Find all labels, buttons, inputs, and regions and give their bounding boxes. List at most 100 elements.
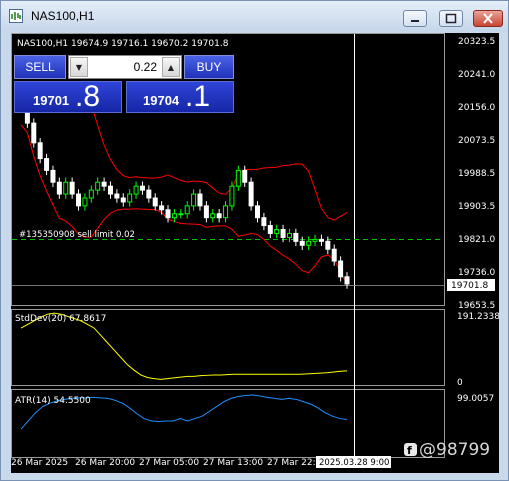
candle xyxy=(133,185,139,195)
sell-quote-button[interactable]: 19701 .8 xyxy=(14,80,122,113)
candle xyxy=(248,181,254,207)
candle xyxy=(235,169,241,187)
current-price-label: 19701.8 xyxy=(451,281,488,291)
candle xyxy=(139,185,145,191)
candle xyxy=(210,213,216,219)
maximize-icon xyxy=(445,13,457,24)
candle xyxy=(101,181,107,187)
candle xyxy=(184,205,190,215)
candle xyxy=(171,213,177,219)
watermark-text: @98799 xyxy=(419,440,490,460)
close-button[interactable] xyxy=(473,10,503,27)
candle xyxy=(261,217,267,227)
candle xyxy=(165,209,171,219)
sell-price-pips: .8 xyxy=(75,80,101,113)
candle xyxy=(242,169,248,183)
candle xyxy=(216,213,222,219)
price-tick: 19988.5 xyxy=(458,169,495,179)
time-tick: 26 Mar 20:00 xyxy=(75,458,135,468)
price-tick: 19653.5 xyxy=(458,301,495,311)
title-bar: NAS100,H1 xyxy=(1,1,508,31)
buy-quote-button[interactable]: 19704 .1 xyxy=(126,80,234,113)
candle xyxy=(114,193,120,199)
price-tick: 20156.0 xyxy=(458,103,495,113)
stddev-scale-min: 0 xyxy=(457,378,463,388)
stddev-label: StdDev(20) 67.8617 xyxy=(15,314,106,324)
candle xyxy=(229,185,235,207)
candle xyxy=(82,197,88,207)
candle xyxy=(31,122,37,144)
price-axis: 20323.5 20241.0 20156.0 20073.5 19988.5 … xyxy=(458,37,495,311)
order-line-label: #135350908 sell limit 0.02 xyxy=(19,230,135,240)
candle xyxy=(50,169,56,183)
candle xyxy=(107,185,113,195)
time-tick: 26 Mar 2025 xyxy=(11,458,68,468)
price-tick: 20323.5 xyxy=(458,37,495,47)
candle xyxy=(312,238,318,242)
candle xyxy=(338,260,344,278)
candle xyxy=(56,181,62,195)
buy-price-main: 19704 xyxy=(143,93,180,108)
price-tick: 19821.0 xyxy=(458,235,495,245)
candle xyxy=(127,193,133,203)
triangle-up-icon: ▲ xyxy=(167,62,175,72)
time-axis: 26 Mar 2025 26 Mar 20:00 27 Mar 05:00 27… xyxy=(11,458,327,468)
candle xyxy=(95,181,101,191)
time-tick: 27 Mar 05:00 xyxy=(139,458,199,468)
candle xyxy=(44,158,50,171)
sell-button[interactable]: SELL xyxy=(14,55,66,79)
volume-increase-button[interactable]: ▲ xyxy=(162,57,180,77)
stddev-scale-max: 191.2338 xyxy=(457,312,499,322)
candle xyxy=(191,193,197,207)
price-tick: 19903.5 xyxy=(458,202,495,212)
one-click-trading-panel: SELL ▼ 0.22 ▲ BUY 19701 .8 19704 .1 xyxy=(14,55,236,113)
candle xyxy=(306,240,312,246)
atr-scale-max: 99.0057 xyxy=(457,394,494,404)
candle xyxy=(344,276,350,285)
candle xyxy=(120,197,126,203)
time-tick: 27 Mar 13:00 xyxy=(203,458,263,468)
window-title: NAS100,H1 xyxy=(31,9,95,23)
candles-layer xyxy=(18,94,350,289)
chart-window: NAS100,H1 NAS100,H1 19674.9 19716.1 1967… xyxy=(0,0,509,481)
candle xyxy=(286,232,292,238)
candle xyxy=(280,229,286,238)
chart-header: NAS100,H1 19674.9 19716.1 19670.2 19701.… xyxy=(17,39,229,49)
candle xyxy=(146,189,152,199)
candle xyxy=(88,189,94,199)
candle xyxy=(255,205,261,219)
candle xyxy=(69,181,75,195)
close-icon xyxy=(483,13,493,24)
volume-value[interactable]: 0.22 xyxy=(91,60,157,74)
candle xyxy=(318,238,324,242)
lower-band-line xyxy=(20,124,348,285)
candle xyxy=(63,181,69,195)
candle xyxy=(159,205,165,211)
chart-window-icon xyxy=(9,9,23,23)
candle xyxy=(37,142,43,160)
candle xyxy=(274,229,280,234)
price-tick: 20073.5 xyxy=(458,136,495,146)
atr-label: ATR(14) 54.5500 xyxy=(15,396,91,406)
maximize-button[interactable] xyxy=(439,10,463,27)
candle xyxy=(325,240,331,250)
candle xyxy=(299,240,305,246)
candle xyxy=(152,197,158,207)
candle xyxy=(178,213,184,216)
price-tick: 20241.0 xyxy=(458,70,495,80)
candle xyxy=(76,193,82,207)
sell-price-main: 19701 xyxy=(33,93,70,108)
candle xyxy=(293,232,299,242)
buy-price-pips: .1 xyxy=(185,80,211,113)
minimize-button[interactable] xyxy=(403,10,427,27)
candle xyxy=(267,225,273,234)
minimize-icon xyxy=(411,20,419,22)
candle xyxy=(331,248,337,262)
candle xyxy=(197,193,203,207)
buy-button[interactable]: BUY xyxy=(184,55,234,79)
candle xyxy=(223,205,229,219)
price-tick: 19736.0 xyxy=(458,268,495,278)
volume-field[interactable]: ▼ 0.22 ▲ xyxy=(68,55,182,79)
volume-decrease-button[interactable]: ▼ xyxy=(70,57,88,77)
triangle-down-icon: ▼ xyxy=(75,62,83,72)
